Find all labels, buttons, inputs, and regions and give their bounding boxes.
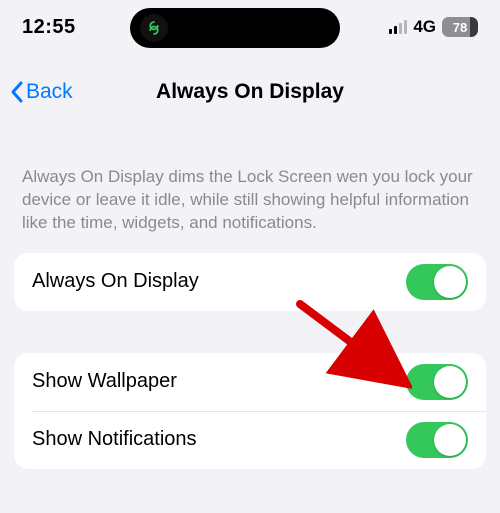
back-button[interactable]: Back — [10, 80, 73, 104]
nav-bar: Back Always On Display — [0, 68, 500, 116]
status-bar: 12:55 4G 78 — [0, 0, 500, 54]
battery-percent: 78 — [453, 20, 467, 35]
settings-section: Always On Display — [14, 253, 486, 311]
battery-icon: 78 — [442, 17, 478, 37]
toggle[interactable] — [406, 422, 468, 458]
signal-icon — [389, 20, 407, 34]
row-label: Show Wallpaper — [32, 370, 177, 393]
row-label: Always On Display — [32, 270, 199, 293]
dynamic-island — [130, 8, 340, 48]
status-time: 12:55 — [22, 16, 76, 39]
island-activity-icon — [140, 14, 168, 42]
toggle-knob — [434, 424, 466, 456]
toggle[interactable] — [406, 264, 468, 300]
toggle-knob — [434, 366, 466, 398]
settings-row: Show Notifications — [14, 411, 486, 469]
row-label: Show Notifications — [32, 428, 197, 451]
settings-section: Show Wallpaper Show Notifications — [14, 353, 486, 469]
back-label: Back — [26, 80, 73, 104]
settings-row: Always On Display — [14, 253, 486, 311]
toggle[interactable] — [406, 364, 468, 400]
status-right: 4G 78 — [389, 17, 478, 37]
settings-row: Show Wallpaper — [14, 353, 486, 411]
section-description: Always On Display dims the Lock Screen w… — [0, 116, 500, 253]
page-title: Always On Display — [156, 80, 344, 104]
chevron-left-icon — [10, 81, 24, 103]
toggle-knob — [434, 266, 466, 298]
network-type: 4G — [413, 17, 436, 37]
